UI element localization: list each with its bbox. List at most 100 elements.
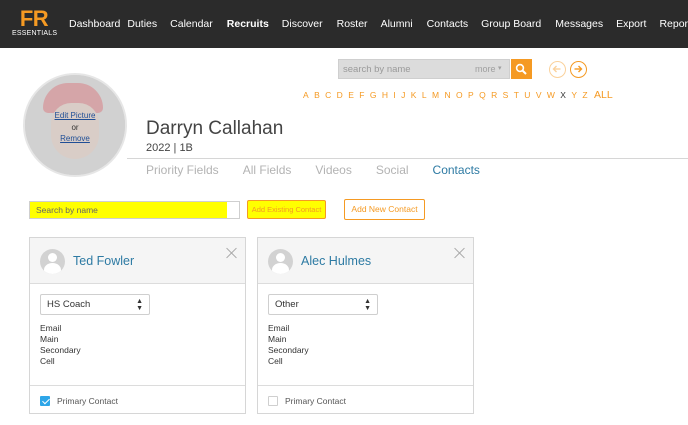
contact-type-select[interactable]: HS Coach ▲ ▼ [40, 294, 150, 315]
contact-name[interactable]: Alec Hulmes [301, 254, 371, 268]
letter-filter-w[interactable]: W [547, 90, 555, 100]
letter-filter-f[interactable]: F [359, 90, 364, 100]
field-main-label: Main [40, 334, 59, 344]
nav-item-messages[interactable]: Messages [555, 18, 603, 30]
primary-contact-checkbox[interactable] [268, 396, 278, 406]
primary-contact-label: Primary Contact [285, 396, 346, 406]
nav-item-recruits[interactable]: Recruits [227, 18, 269, 30]
letter-filter-y[interactable]: Y [571, 90, 577, 100]
contact-fields: Email Main Secondary Cell [268, 323, 309, 367]
letter-filter-q[interactable]: Q [479, 90, 486, 100]
contact-type-select[interactable]: Other ▲ ▼ [268, 294, 378, 315]
field-email-label: Email [40, 323, 62, 333]
nav-item-contacts[interactable]: Contacts [427, 18, 468, 30]
letter-filter-p[interactable]: P [468, 90, 474, 100]
add-new-contact-button[interactable]: Add New Contact [344, 199, 425, 220]
section-divider [127, 158, 688, 159]
letter-filter-l[interactable]: L [422, 90, 427, 100]
letter-filter-k[interactable]: K [411, 90, 417, 100]
previous-recruit-button[interactable] [549, 61, 566, 78]
edit-picture-link[interactable]: Edit Picture [25, 111, 125, 120]
letter-filter-h[interactable]: H [382, 90, 388, 100]
contact-search-input[interactable] [30, 202, 227, 218]
profile-tabs: Priority Fields All Fields Videos Social… [146, 163, 504, 177]
logo-mark: FR [19, 6, 49, 31]
letter-filter-c[interactable]: C [325, 90, 331, 100]
user-avatar-icon [40, 249, 65, 274]
close-icon[interactable] [454, 247, 465, 258]
field-main-label: Main [268, 334, 287, 344]
letter-filter-j[interactable]: J [401, 90, 405, 100]
primary-contact-checkbox[interactable] [40, 396, 50, 406]
search-button[interactable] [511, 59, 532, 79]
letter-filter-v[interactable]: V [536, 90, 542, 100]
contact-type-value: HS Coach [47, 299, 91, 310]
close-icon[interactable] [226, 247, 237, 258]
select-arrows-icon: ▲ ▼ [136, 298, 143, 312]
letter-filter-o[interactable]: O [456, 90, 463, 100]
tab-social[interactable]: Social [376, 163, 409, 177]
field-cell-label: Cell [40, 356, 55, 366]
letter-filter-t[interactable]: T [514, 90, 519, 100]
letter-filter-m[interactable]: M [432, 90, 439, 100]
tab-priority-fields[interactable]: Priority Fields [146, 163, 219, 177]
contact-card-header: Alec Hulmes [258, 238, 473, 284]
contact-type-value: Other [275, 299, 299, 310]
player-class-position: 2022 | 1B [146, 142, 193, 154]
app-logo[interactable]: FR ESSENTIALS [12, 6, 58, 39]
letter-filter-r[interactable]: R [491, 90, 497, 100]
nav-item-group-board[interactable]: Group Board [481, 18, 541, 30]
field-secondary-label: Secondary [268, 345, 309, 355]
recruit-search-box: more ▾ [338, 59, 510, 79]
arrow-right-icon [574, 65, 583, 73]
tab-all-fields[interactable]: All Fields [243, 163, 292, 177]
contact-search-box [29, 201, 240, 219]
contact-card: Alec Hulmes Other ▲ ▼ Email Main Secondar… [257, 237, 474, 414]
contact-card: Ted Fowler HS Coach ▲ ▼ Email Main Second… [29, 237, 246, 414]
field-email-label: Email [268, 323, 290, 333]
letter-filter-u[interactable]: U [524, 90, 530, 100]
nav-item-export[interactable]: Export [616, 18, 646, 30]
nav-item-duties[interactable]: Duties [127, 18, 157, 30]
add-existing-contact-button[interactable]: Add Existing Contact [247, 200, 326, 219]
nav-item-roster[interactable]: Roster [337, 18, 368, 30]
player-name: Darryn Callahan [146, 118, 284, 139]
contact-fields: Email Main Secondary Cell [40, 323, 81, 367]
logo-subtitle: ESSENTIALS [12, 30, 58, 37]
recruit-search-input[interactable] [339, 60, 469, 78]
remove-picture-link[interactable]: Remove [25, 134, 125, 143]
profile-photo: Edit Picture or Remove [23, 73, 127, 177]
search-icon [515, 63, 527, 75]
letter-filter-e[interactable]: E [348, 90, 354, 100]
letter-filter-x: X [560, 90, 566, 100]
select-arrows-icon: ▲ ▼ [364, 298, 371, 312]
letter-filter-z[interactable]: Z [582, 90, 587, 100]
letter-filter-n[interactable]: N [444, 90, 450, 100]
tab-contacts[interactable]: Contacts [433, 163, 480, 177]
contact-card-header: Ted Fowler [30, 238, 245, 284]
letter-filter-b[interactable]: B [314, 90, 320, 100]
arrow-left-icon [552, 65, 561, 73]
main-nav: Dashboard Duties Calendar Recruits Disco… [69, 0, 688, 48]
alphabet-filter: A B C D E F G H I J K L M N O P Q R S T … [303, 89, 618, 101]
nav-item-calendar[interactable]: Calendar [170, 18, 213, 30]
letter-filter-a[interactable]: A [303, 90, 309, 100]
user-avatar-icon [268, 249, 293, 274]
next-recruit-button[interactable] [570, 61, 587, 78]
letter-filter-i[interactable]: I [393, 90, 395, 100]
contact-name[interactable]: Ted Fowler [73, 254, 134, 268]
search-more-dropdown[interactable]: more [475, 64, 496, 74]
nav-item-dashboard[interactable]: Dashboard [69, 18, 120, 30]
tab-videos[interactable]: Videos [315, 163, 351, 177]
nav-item-reporting[interactable]: Reporting [659, 18, 688, 30]
card-divider [30, 385, 245, 386]
nav-item-discover[interactable]: Discover [282, 18, 323, 30]
letter-filter-s[interactable]: S [503, 90, 509, 100]
nav-item-alumni[interactable]: Alumni [381, 18, 413, 30]
letter-filter-d[interactable]: D [337, 90, 343, 100]
letter-filter-g[interactable]: G [370, 90, 377, 100]
or-label: or [71, 123, 79, 132]
primary-contact-label: Primary Contact [57, 396, 118, 406]
top-nav-bar: FR ESSENTIALS Dashboard Duties Calendar … [0, 0, 688, 48]
letter-filter-all[interactable]: ALL [594, 89, 613, 101]
